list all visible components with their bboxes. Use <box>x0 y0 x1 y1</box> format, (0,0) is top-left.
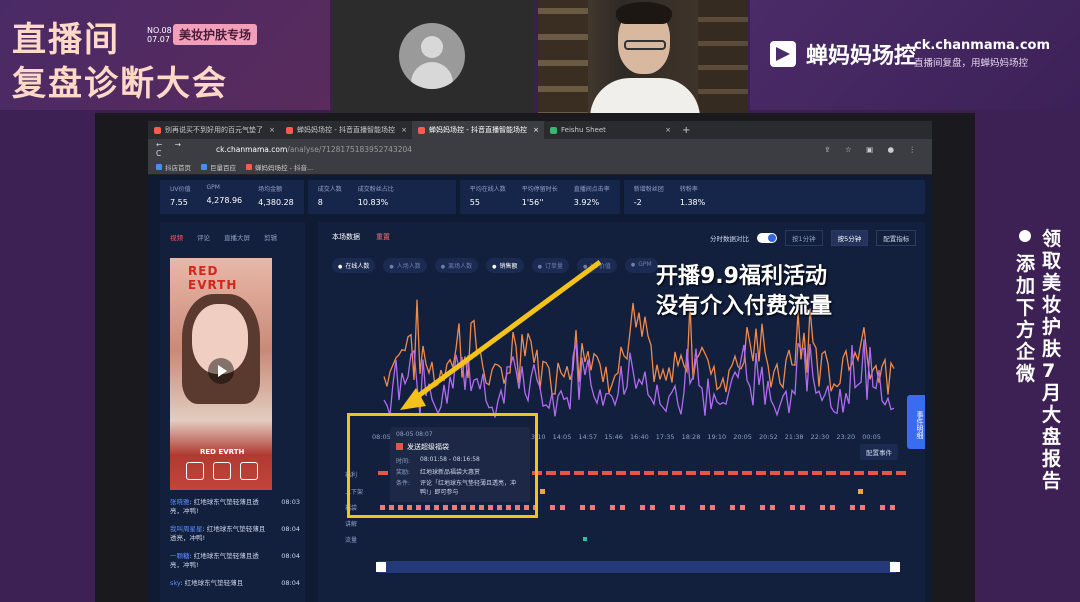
x-tick-label: 23:20 <box>836 433 855 441</box>
event-marker[interactable] <box>550 505 555 510</box>
event-marker[interactable] <box>854 471 864 475</box>
event-marker[interactable] <box>700 471 710 475</box>
event-marker[interactable] <box>640 505 645 510</box>
x-tick-label: 18:28 <box>682 433 701 441</box>
range-handle-right[interactable] <box>890 562 900 572</box>
event-marker[interactable] <box>546 471 556 475</box>
event-marker[interactable] <box>650 505 655 510</box>
event-marker[interactable] <box>602 471 612 475</box>
badge-icon <box>213 462 231 480</box>
video-brand-title: RED EVRTH <box>188 264 238 292</box>
x-tick-label: 14:05 <box>553 433 572 441</box>
event-marker[interactable] <box>760 505 765 510</box>
event-marker[interactable] <box>590 505 595 510</box>
event-detail-tab[interactable]: 事件明细 <box>907 395 925 449</box>
event-marker[interactable] <box>826 471 836 475</box>
event-marker[interactable] <box>710 505 715 510</box>
lane-label-explain: 讲解 <box>345 521 358 528</box>
event-marker[interactable] <box>840 471 850 475</box>
event-marker[interactable] <box>850 505 855 510</box>
annotation-line2: 没有介入付费流量 <box>656 294 833 319</box>
event-marker[interactable] <box>620 505 625 510</box>
x-tick-label: 17:35 <box>656 433 675 441</box>
chart-layer: 08:0508:3009:2010:4011:3312:2813:1014:05… <box>372 259 906 541</box>
event-marker[interactable] <box>742 471 752 475</box>
event-marker[interactable] <box>583 537 587 541</box>
event-marker[interactable] <box>644 471 654 475</box>
event-marker[interactable] <box>714 471 724 475</box>
x-tick-label: 15:46 <box>604 433 623 441</box>
event-marker[interactable] <box>560 471 570 475</box>
event-marker[interactable] <box>740 505 745 510</box>
range-handle-left[interactable] <box>376 562 386 572</box>
lane-label-traffic: 流量 <box>345 537 358 544</box>
config-event-button[interactable]: 配置事件 <box>860 444 898 460</box>
annotation-text: 开播9.9福利活动 没有介入付费流量 <box>656 262 832 322</box>
event-marker[interactable] <box>686 471 696 475</box>
event-marker[interactable] <box>896 471 906 475</box>
timeline-range-slider[interactable] <box>378 561 896 573</box>
event-marker[interactable] <box>820 505 825 510</box>
event-marker[interactable] <box>756 471 766 475</box>
event-marker[interactable] <box>658 471 668 475</box>
event-marker[interactable] <box>860 505 865 510</box>
event-marker[interactable] <box>800 505 805 510</box>
annotation-line1: 开播9.9福利活动 <box>656 264 827 289</box>
play-icon[interactable] <box>208 358 234 384</box>
annotation-highlight-box <box>347 413 538 518</box>
event-marker[interactable] <box>784 471 794 475</box>
event-marker[interactable] <box>798 471 808 475</box>
video-brand-footer: RED EVRTH <box>200 448 245 456</box>
x-tick-label: 19:10 <box>707 433 726 441</box>
x-tick-label: 00:05 <box>862 433 881 441</box>
event-marker[interactable] <box>574 471 584 475</box>
badge-icon <box>240 462 258 480</box>
event-marker[interactable] <box>790 505 795 510</box>
event-marker[interactable] <box>812 471 822 475</box>
event-marker[interactable] <box>890 505 895 510</box>
event-marker[interactable] <box>560 505 565 510</box>
video-feature-icons <box>186 462 258 480</box>
event-marker[interactable] <box>670 505 675 510</box>
event-marker[interactable] <box>858 489 863 494</box>
event-marker[interactable] <box>610 505 615 510</box>
event-marker[interactable] <box>770 471 780 475</box>
event-marker[interactable] <box>616 471 626 475</box>
event-marker[interactable] <box>672 471 682 475</box>
x-tick-label: 16:40 <box>630 433 649 441</box>
x-tick-label: 21:38 <box>785 433 804 441</box>
event-marker[interactable] <box>630 471 640 475</box>
x-tick-label: 20:52 <box>759 433 778 441</box>
x-tick-label: 20:05 <box>733 433 752 441</box>
event-marker[interactable] <box>882 471 892 475</box>
event-marker[interactable] <box>730 505 735 510</box>
event-marker[interactable] <box>680 505 685 510</box>
x-tick-label: 22:30 <box>811 433 830 441</box>
event-marker[interactable] <box>728 471 738 475</box>
event-marker[interactable] <box>868 471 878 475</box>
x-tick-label: 14:57 <box>578 433 597 441</box>
event-marker[interactable] <box>700 505 705 510</box>
event-marker[interactable] <box>540 489 545 494</box>
event-marker[interactable] <box>580 505 585 510</box>
event-marker[interactable] <box>588 471 598 475</box>
event-marker[interactable] <box>830 505 835 510</box>
badge-icon <box>186 462 204 480</box>
event-marker[interactable] <box>880 505 885 510</box>
event-marker[interactable] <box>770 505 775 510</box>
